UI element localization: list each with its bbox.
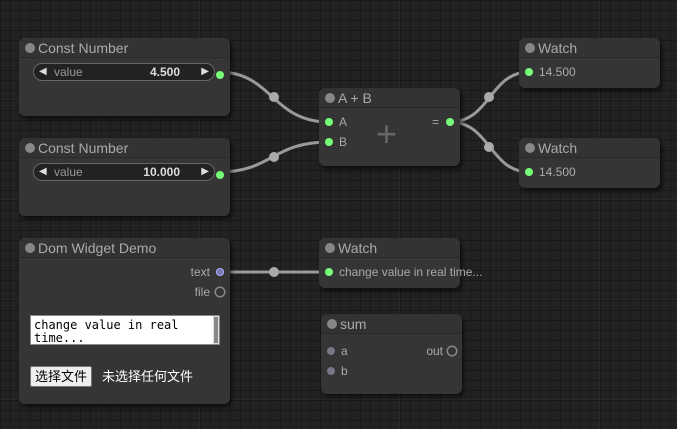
input-pin-icon[interactable] [325,268,333,276]
graph-canvas[interactable]: Const Number ◀ value 4.500 ▶ Const Numbe… [0,0,677,429]
input-pin-icon[interactable] [327,367,335,375]
link-const1-to-add-a [218,70,330,124]
link-add-to-watch1 [449,70,530,124]
collapse-dot-icon[interactable] [525,143,535,153]
widget-value: 10.000 [143,165,180,179]
watch-node-3[interactable]: Watch change value in real time... [319,238,482,288]
node-title-bar[interactable]: Watch [319,238,460,258]
link-midpoint[interactable] [269,92,279,102]
choose-file-button[interactable]: 选择文件 [30,366,93,387]
output-slot-file[interactable]: file [169,285,225,299]
input-pin-icon[interactable] [525,168,533,176]
decrement-arrow-icon[interactable]: ◀ [39,64,47,80]
slot-label: file [194,285,210,299]
widget-label: value [54,165,83,179]
text-area[interactable]: change value in real time... [30,315,220,345]
node-title-bar[interactable]: Watch [519,38,660,58]
slot-label: B [339,135,348,149]
collapse-dot-icon[interactable] [25,43,35,53]
output-pin-icon[interactable] [216,71,224,79]
output-slot[interactable] [215,168,225,182]
node-title-bar[interactable]: Watch [519,138,660,158]
collapse-dot-icon[interactable] [325,243,335,253]
sum-node[interactable]: sum a b out [321,314,462,394]
decrement-arrow-icon[interactable]: ◀ [39,164,47,180]
node-title: Watch [538,40,578,56]
link-add-to-watch2 [449,120,530,174]
text-area-value: change value in real time... [34,318,179,345]
input-pin-icon[interactable] [325,118,333,126]
increment-arrow-icon[interactable]: ▶ [201,64,209,80]
watch-node-2[interactable]: Watch 14.500 [519,138,660,188]
link-midpoint[interactable] [269,152,279,162]
node-title-bar[interactable]: Const Number [19,138,230,158]
output-pin-icon[interactable] [446,118,454,126]
input-pin-icon[interactable] [525,68,533,76]
node-title-bar[interactable]: A + B [319,88,460,108]
link-const2-to-add-b [218,140,330,174]
collapse-dot-icon[interactable] [525,43,535,53]
link-midpoint[interactable] [484,142,494,152]
const-number-node-2[interactable]: Const Number ◀ value 10.000 ▶ [19,138,230,216]
output-pin-icon[interactable] [448,347,456,355]
output-slot[interactable]: out [421,344,457,358]
link-midpoint[interactable] [484,92,494,102]
output-slot[interactable]: = [429,115,455,129]
node-title: sum [340,316,367,332]
node-title: Const Number [38,40,129,56]
output-slot[interactable] [215,68,225,82]
collapse-dot-icon[interactable] [327,319,337,329]
watch-value: 14.500 [539,165,576,179]
plus-icon: + [376,113,398,154]
node-title: Const Number [38,140,129,156]
slot-label: text [190,265,210,279]
slot-label: A [339,115,348,129]
watch-value: change value in real time... [339,265,483,279]
collapse-dot-icon[interactable] [325,93,335,103]
output-pin-icon[interactable] [216,268,224,276]
add-node[interactable]: A + B A B + = [319,88,460,166]
node-title-bar[interactable]: sum [321,314,462,334]
watch-value: 14.500 [539,65,576,79]
output-slot-text[interactable]: text [169,265,225,279]
collapse-dot-icon[interactable] [25,143,35,153]
output-pin-icon[interactable] [216,171,224,179]
collapse-dot-icon[interactable] [25,243,35,253]
scrollbar-thumb[interactable] [214,317,218,343]
slot-label: b [341,364,348,378]
node-title: Dom Widget Demo [38,240,157,256]
file-status-text: 未选择任何文件 [102,369,194,384]
const-number-node-1[interactable]: Const Number ◀ value 4.500 ▶ [19,38,230,116]
node-title: A + B [338,90,372,106]
slot-label: out [426,344,443,358]
input-pin-icon[interactable] [325,138,333,146]
node-title: Watch [538,140,578,156]
link-midpoint[interactable] [269,267,279,277]
slot-label: a [341,344,348,358]
watch-node-1[interactable]: Watch 14.500 [519,38,660,88]
node-title-bar[interactable]: Dom Widget Demo [19,238,230,258]
widget-label: value [54,65,83,79]
node-title-bar[interactable]: Const Number [19,38,230,58]
input-pin-icon[interactable] [327,347,335,355]
value-number-widget[interactable]: ◀ value 10.000 ▶ [33,163,215,181]
dom-widget-demo-node[interactable]: Dom Widget Demo text file change value i… [19,238,230,404]
node-title: Watch [338,240,378,256]
increment-arrow-icon[interactable]: ▶ [201,164,209,180]
text-area-scrollbar[interactable] [213,316,219,344]
widget-value: 4.500 [149,65,180,79]
output-pin-icon[interactable] [216,288,224,296]
value-number-widget[interactable]: ◀ value 4.500 ▶ [33,63,215,81]
slot-label: = [432,115,440,129]
